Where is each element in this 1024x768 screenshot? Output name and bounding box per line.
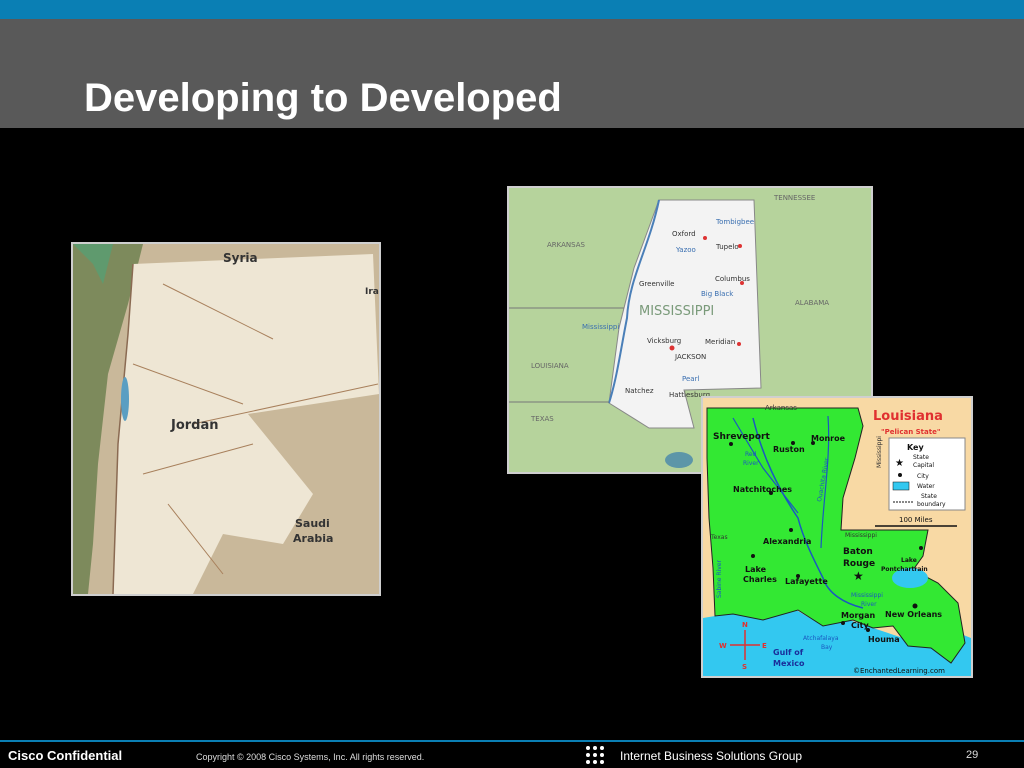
label-columbus: Columbus	[715, 275, 750, 283]
label-syria: Syria	[223, 251, 258, 265]
label-mississippi-state: MISSISSIPPI	[639, 304, 714, 319]
label-lake-charles-2: Charles	[743, 575, 777, 584]
label-texas-border: TEXAS	[530, 415, 554, 423]
label-baton-rouge-1: Baton	[843, 547, 873, 557]
svg-text:★: ★	[853, 569, 864, 583]
label-arabia: Arabia	[293, 532, 333, 545]
group-name: Internet Business Solutions Group	[620, 749, 803, 763]
compass-w: W	[719, 642, 727, 650]
confidential-label: Cisco Confidential	[8, 748, 123, 763]
label-saudi: Saudi	[295, 517, 330, 530]
label-red-river-2: River	[743, 460, 759, 467]
label-pearl: Pearl	[682, 375, 699, 383]
label-natchitoches: Natchitoches	[733, 485, 792, 494]
label-ms-river-1: Mississippi	[851, 592, 883, 599]
label-louisiana-border: LOUISIANA	[531, 362, 569, 370]
key-boundary-2: boundary	[917, 501, 946, 508]
label-sabine-river: Sabine River	[716, 560, 723, 598]
compass-n: N	[742, 621, 748, 629]
label-big-black: Big Black	[701, 290, 734, 298]
map-scale-label: 100 Miles	[899, 516, 933, 524]
label-morgan-city-1: Morgan	[841, 611, 876, 620]
label-baton-rouge-2: Rouge	[843, 559, 875, 569]
copyright-text: Copyright © 2008 Cisco Systems, Inc. All…	[196, 752, 425, 762]
key-capital-2: Capital	[913, 462, 934, 469]
map-credit: ©EnchantedLearning.com	[853, 667, 945, 675]
label-jackson: JACKSON	[674, 353, 706, 361]
label-lake-charles-1: Lake	[745, 565, 767, 574]
label-mississippi-river: Mississippi	[582, 323, 619, 331]
label-arkansas: ARKANSAS	[547, 241, 586, 249]
key-city: City	[917, 473, 929, 480]
page-number: 29	[966, 749, 979, 761]
louisiana-title: Louisiana	[873, 409, 943, 424]
label-monroe: Monroe	[811, 434, 846, 443]
label-iraq: Ira	[365, 287, 379, 297]
label-vicksburg: Vicksburg	[647, 337, 681, 345]
label-atchafalaya-1: Atchafalaya	[803, 635, 839, 642]
label-tennessee: TENNESSEE	[773, 194, 815, 202]
top-accent-bar	[0, 0, 1024, 19]
label-tombigbee: Tombigbee	[715, 218, 754, 226]
label-lake-pontchartrain-2: Pontchartrain	[881, 566, 928, 573]
key-water: Water	[917, 483, 935, 490]
label-oxford: Oxford	[672, 230, 696, 238]
label-mississippi-state-ls: Mississippi	[845, 532, 877, 539]
key-title: Key	[907, 443, 924, 452]
label-lake-pontchartrain-1: Lake	[901, 557, 917, 564]
label-yazoo: Yazoo	[675, 246, 696, 254]
label-gulf-2: Mexico	[773, 659, 805, 668]
label-atchafalaya-2: Bay	[821, 644, 833, 651]
label-houma: Houma	[868, 635, 900, 644]
key-boundary-1: State	[921, 493, 937, 500]
label-ruston: Ruston	[773, 445, 805, 454]
label-new-orleans: New Orleans	[885, 610, 942, 619]
footer: Cisco Confidential Copyright © 2008 Cisc…	[0, 742, 1024, 768]
label-greenville: Greenville	[639, 280, 674, 288]
louisiana-nickname: "Pelican State"	[881, 428, 940, 436]
label-ms-river-2: River	[861, 601, 877, 608]
key-capital-1: State	[913, 454, 929, 461]
label-tupelo: Tupelo	[715, 243, 739, 251]
label-meridian: Meridian	[705, 338, 735, 346]
cisco-dots-logo-icon	[586, 746, 604, 764]
label-red-river-1: Red	[745, 451, 757, 458]
compass-e: E	[762, 642, 767, 650]
label-mississippi-side: Mississippi	[876, 436, 883, 468]
label-natchez: Natchez	[625, 387, 654, 395]
louisiana-map: Louisiana "Pelican State" Arkansas Missi…	[701, 396, 973, 678]
label-jordan: Jordan	[170, 418, 219, 433]
label-gulf-1: Gulf of	[773, 648, 804, 657]
label-shreveport: Shreveport	[713, 432, 770, 442]
label-alabama: ALABAMA	[795, 299, 829, 307]
compass-s: S	[742, 663, 747, 671]
jordan-map: Syria Jordan Saudi Arabia Ira	[71, 242, 381, 596]
label-lafayette: Lafayette	[785, 577, 828, 586]
svg-text:★: ★	[895, 458, 904, 469]
label-alexandria: Alexandria	[763, 537, 811, 546]
label-arkansas-top: Arkansas	[765, 404, 797, 412]
slide-title: Developing to Developed	[84, 76, 562, 120]
label-texas-left: Texas	[710, 534, 728, 541]
